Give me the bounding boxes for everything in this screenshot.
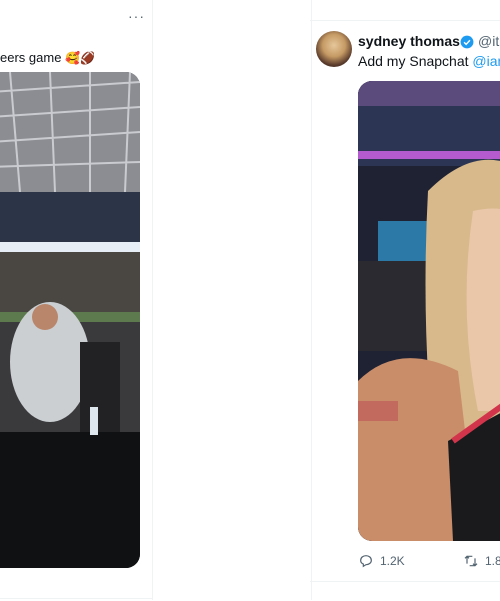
author-name[interactable]: sydney thomas bbox=[358, 33, 460, 49]
avatar[interactable] bbox=[316, 31, 352, 67]
tweet-actions: 1.2K 1.8 bbox=[358, 553, 500, 573]
divider bbox=[0, 598, 152, 599]
repost-count: 1.8 bbox=[485, 554, 500, 568]
tweet-text-body: Add my Snapchat bbox=[358, 53, 473, 69]
repost-button[interactable]: 1.8 bbox=[463, 553, 500, 569]
stadium-photo-illustration bbox=[0, 72, 140, 568]
mention-link[interactable]: @iam bbox=[472, 53, 500, 69]
more-options-icon[interactable]: ··· bbox=[128, 8, 145, 24]
tweet-left[interactable]: ··· eers game 🥰🏈 bbox=[0, 0, 152, 600]
reply-icon bbox=[360, 555, 372, 568]
tweet-media-selfie-photo[interactable] bbox=[358, 81, 500, 541]
repost-icon bbox=[464, 555, 478, 567]
tweet-right[interactable]: sydney thomas @it Add my Snapchat @iam bbox=[310, 20, 500, 601]
selfie-photo-illustration bbox=[358, 81, 500, 541]
author-handle[interactable]: @it bbox=[478, 33, 499, 49]
tweet-text-body: eers game bbox=[0, 50, 62, 65]
tweet-emojis: 🥰🏈 bbox=[65, 51, 95, 65]
tweet-media-stadium-photo[interactable] bbox=[0, 72, 140, 568]
tweet-text: eers game 🥰🏈 bbox=[0, 50, 95, 65]
center-gutter bbox=[152, 0, 312, 600]
verified-badge-icon bbox=[460, 35, 474, 49]
divider bbox=[310, 581, 500, 582]
reply-count: 1.2K bbox=[380, 554, 405, 568]
tweet-text: Add my Snapchat @iam bbox=[358, 53, 500, 69]
reply-button[interactable]: 1.2K bbox=[358, 553, 405, 569]
